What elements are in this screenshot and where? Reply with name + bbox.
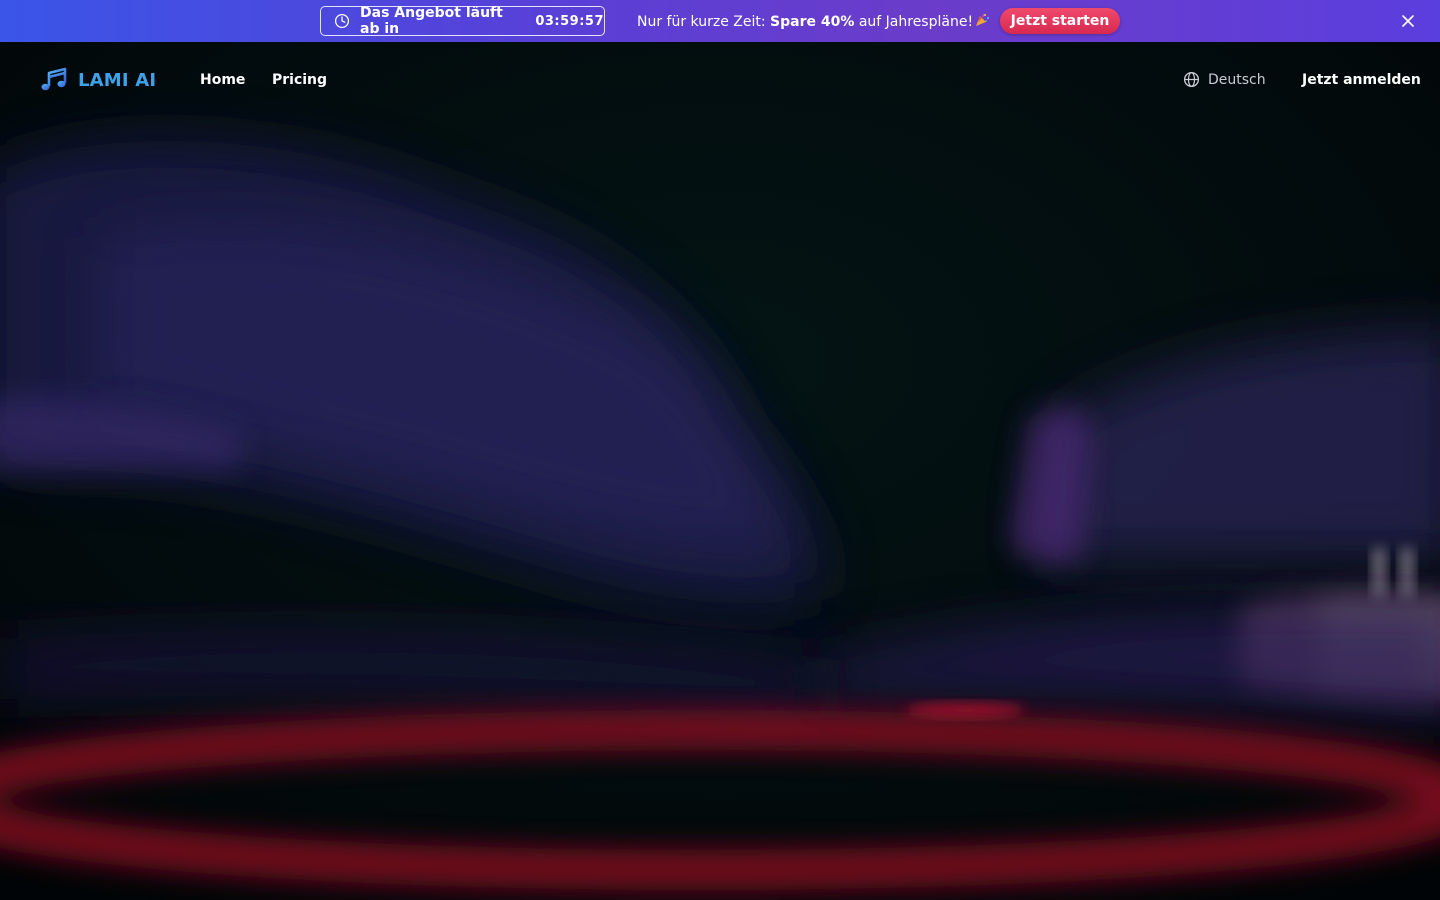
globe-icon <box>1183 71 1200 88</box>
countdown-label: Das Angebot läuft ab in <box>360 5 503 37</box>
music-note-icon <box>41 67 67 91</box>
brand-logo[interactable]: LAMI AI <box>40 66 156 94</box>
promo-banner: Das Angebot läuft ab in 03:59:57 Nur für… <box>0 0 1440 42</box>
language-selector[interactable]: Deutsch <box>1183 71 1266 88</box>
nav-link-home[interactable]: Home <box>200 72 245 88</box>
party-popper-icon <box>976 13 990 26</box>
clock-icon <box>334 13 350 29</box>
hero-background-image <box>0 0 1440 900</box>
countdown-time: 03:59:57 <box>535 13 604 29</box>
countdown-timer: Das Angebot läuft ab in 03:59:57 <box>320 5 605 37</box>
page: Das Angebot läuft ab in 03:59:57 Nur für… <box>0 0 1440 900</box>
offer-suffix: auf Jahrespläne! <box>858 14 974 30</box>
main-navbar: LAMI AI Home Pricing Deutsch Jetzt anmel… <box>0 42 1440 118</box>
login-button[interactable]: Jetzt anmelden <box>1302 72 1421 88</box>
offer-prefix: Nur für kurze Zeit: <box>637 14 766 30</box>
start-now-button[interactable]: Jetzt starten <box>1000 8 1120 34</box>
close-icon[interactable] <box>1400 13 1416 29</box>
brand-name: LAMI AI <box>78 69 157 91</box>
language-label: Deutsch <box>1208 71 1266 88</box>
offer-highlight: Spare 40% <box>770 14 855 30</box>
nav-link-pricing[interactable]: Pricing <box>272 72 327 88</box>
offer-message: Nur für kurze Zeit: Spare 40% auf Jahres… <box>637 12 990 30</box>
